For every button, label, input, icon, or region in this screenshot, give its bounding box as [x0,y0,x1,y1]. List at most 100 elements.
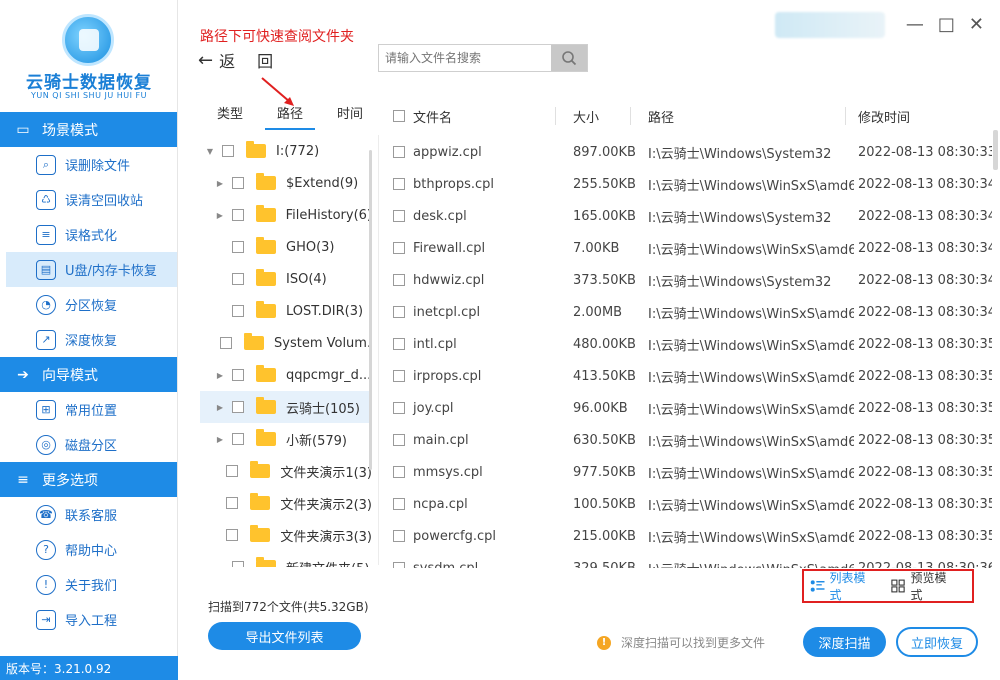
header-size[interactable]: 大小 [573,107,599,126]
table-row[interactable]: inetcpl.cpl 2.00MB I:\云骑士\Windows\WinSxS\a… [380,296,992,328]
table-row[interactable]: Firewall.cpl 7.00KB I:\云骑士\Windows\WinSxS\… [380,232,992,264]
tree-checkbox[interactable] [232,305,244,317]
caret-right-icon[interactable]: ▶ [214,371,226,380]
row-checkbox[interactable] [393,434,405,446]
sidebar-item[interactable]: ☎ 联系客服 [0,497,177,532]
caret-right-icon[interactable]: ▶ [214,211,226,220]
tree-node[interactable]: ▶ 云骑士(105) [200,391,372,423]
table-row[interactable]: ncpa.cpl 100.50KB I:\云骑士\Windows\WinSxS\am… [380,488,992,520]
tree-node[interactable]: 文件夹演示2(3) [200,487,372,519]
recover-now-button[interactable]: 立即恢复 [896,627,978,657]
row-checkbox[interactable] [393,498,405,510]
tab-type[interactable]: 类型 [205,100,255,130]
tree-node[interactable]: ▶ 小新(579) [200,423,372,455]
row-checkbox[interactable] [393,242,405,254]
sidebar-section-header[interactable]: ≡ 更多选项 [0,462,177,497]
table-row[interactable]: mmsys.cpl 977.50KB I:\云骑士\Windows\WinSxS\a… [380,456,992,488]
table-row[interactable]: main.cpl 630.50KB I:\云骑士\Windows\WinSxS\am… [380,424,992,456]
tree-checkbox[interactable] [220,337,232,349]
table-row[interactable]: desk.cpl 165.00KB I:\云骑士\Windows\System32 2… [380,200,992,232]
table-row[interactable]: joy.cpl 96.00KB I:\云骑士\Windows\WinSxS\amd6… [380,392,992,424]
tree-node[interactable]: System Volum... [200,327,372,359]
close-icon[interactable]: ✕ [969,14,984,35]
sidebar-item[interactable]: ≡ 误格式化 [0,217,177,252]
tab-path[interactable]: 路径 [265,100,315,130]
caret-right-icon[interactable]: ▶ [214,403,226,412]
tree-node[interactable]: 文件夹演示1(3) [200,455,372,487]
export-list-button[interactable]: 导出文件列表 [208,622,361,650]
sidebar-item[interactable]: ⌕ 误删除文件 [0,147,177,182]
window-controls: — □ ✕ [906,14,984,35]
tree-checkbox[interactable] [226,529,239,541]
tree-node[interactable]: ISO(4) [200,263,372,295]
sidebar-section-header[interactable]: ➔ 向导模式 [0,357,177,392]
tree-checkbox[interactable] [232,241,244,253]
row-checkbox[interactable] [393,370,405,382]
tree-checkbox[interactable] [231,209,244,221]
tree-checkbox[interactable] [232,433,244,445]
select-all-checkbox[interactable] [393,110,405,122]
row-checkbox[interactable] [393,562,405,568]
tree-checkbox[interactable] [232,369,244,381]
header-name[interactable]: 文件名 [413,107,452,126]
tree-node[interactable]: ▶ $Extend(9) [200,167,372,199]
tree-scrollbar[interactable] [369,150,372,470]
deep-scan-button[interactable]: 深度扫描 [803,627,886,657]
preview-mode-button[interactable]: 预览模式 [891,569,954,603]
row-checkbox[interactable] [393,306,405,318]
maximize-icon[interactable]: □ [938,14,955,35]
row-checkbox[interactable] [393,338,405,350]
table-row[interactable]: sysdm.cpl 329.50KB I:\云骑士\Windows\WinSxS\a… [380,552,992,568]
tree-node[interactable]: ▶ FileHistory(6) [200,199,372,231]
row-checkbox[interactable] [393,466,405,478]
table-row[interactable]: irprops.cpl 413.50KB I:\云骑士\Windows\WinSxS… [380,360,992,392]
tree-checkbox[interactable] [232,401,244,413]
sidebar-item[interactable]: ⇥ 导入工程 [0,602,177,637]
tree-checkbox[interactable] [232,273,244,285]
tab-time[interactable]: 时间 [325,100,375,130]
sidebar-item[interactable]: ▤ U盘/内存卡恢复 [6,252,177,287]
row-checkbox[interactable] [393,146,405,158]
table-row[interactable]: bthprops.cpl 255.50KB I:\云骑士\Windows\WinSx… [380,168,992,200]
back-button[interactable]: ← 返 回 [198,48,273,72]
search-button[interactable] [551,45,587,71]
header-modified[interactable]: 修改时间 [858,107,910,126]
sidebar-item[interactable]: ! 关于我们 [0,567,177,602]
tree-node[interactable]: LOST.DIR(3) [200,295,372,327]
tree-node[interactable]: ▼ I:(772) [200,135,372,167]
caret-right-icon[interactable]: ▶ [214,179,226,188]
sidebar-item[interactable]: ◔ 分区恢复 [0,287,177,322]
tree-checkbox[interactable] [232,561,244,567]
tree-node[interactable]: 新建文件夹(5) [200,551,372,567]
table-row[interactable]: intl.cpl 480.00KB I:\云骑士\Windows\WinSxS\am… [380,328,992,360]
list-scrollbar[interactable] [993,130,998,170]
tree-checkbox[interactable] [226,465,239,477]
header-path[interactable]: 路径 [648,107,674,126]
row-checkbox[interactable] [393,530,405,542]
sidebar-item[interactable]: ? 帮助中心 [0,532,177,567]
tree-node[interactable]: GHO(3) [200,231,372,263]
table-row[interactable]: powercfg.cpl 215.00KB I:\云骑士\Windows\WinSx… [380,520,992,552]
row-checkbox[interactable] [393,402,405,414]
row-checkbox[interactable] [393,178,405,190]
table-row[interactable]: hdwwiz.cpl 373.50KB I:\云骑士\Windows\System3… [380,264,992,296]
sidebar-item[interactable]: ◎ 磁盘分区 [0,427,177,462]
row-checkbox[interactable] [393,274,405,286]
tree-checkbox[interactable] [232,177,244,189]
list-mode-button[interactable]: 列表模式 [810,569,873,603]
sidebar-item[interactable]: ↗ 深度恢复 [0,322,177,357]
sidebar-item[interactable]: ♺ 误清空回收站 [0,182,177,217]
tree-checkbox[interactable] [226,497,239,509]
search-input[interactable] [379,45,551,71]
caret-right-icon[interactable]: ▶ [214,435,226,444]
tree-checkbox[interactable] [222,145,234,157]
table-row[interactable]: appwiz.cpl 897.00KB I:\云骑士\Windows\System3… [380,136,992,168]
sidebar-item[interactable]: ⊞ 常用位置 [0,392,177,427]
caret-down-icon[interactable]: ▼ [204,147,216,156]
tree-node[interactable]: 文件夹演示3(3) [200,519,372,551]
sidebar-section-header[interactable]: ▭ 场景模式 [0,112,177,147]
user-avatar[interactable] [775,12,885,38]
row-checkbox[interactable] [393,210,405,222]
tree-node[interactable]: ▶ qqpcmgr_d... [200,359,372,391]
minimize-icon[interactable]: — [906,14,924,35]
